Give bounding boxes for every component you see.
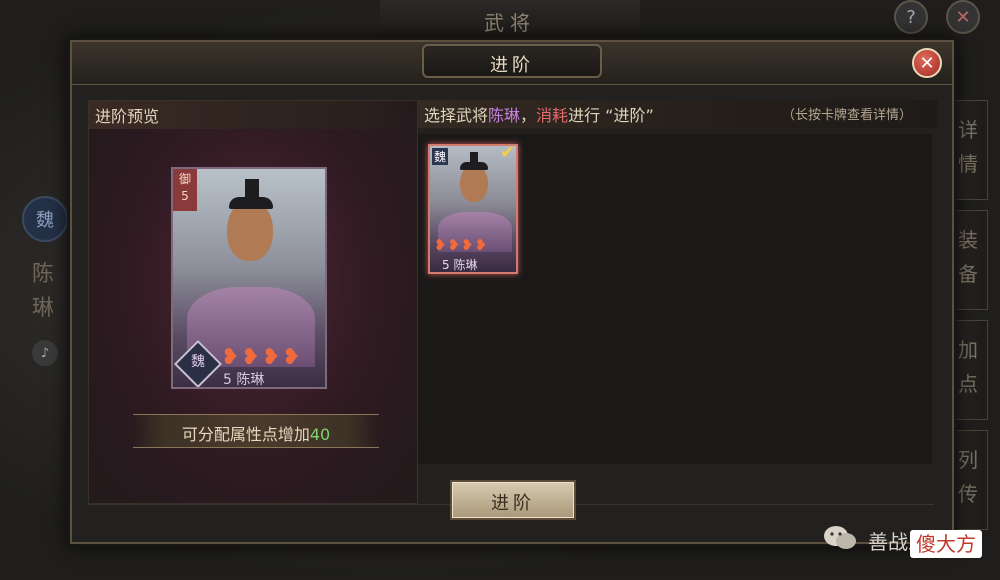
general-name-vertical: 陈琳	[32, 262, 55, 321]
small-card-name: 5 陈琳	[442, 258, 478, 272]
help-button[interactable]: ?	[894, 0, 928, 34]
card-badge-level: 5	[181, 189, 189, 203]
instr-consume: 消耗	[536, 106, 569, 125]
advance-button[interactable]: 进阶	[450, 480, 576, 520]
selection-hint: （长按卡牌查看详情）	[782, 108, 913, 123]
card-faction-label: 魏	[191, 354, 205, 370]
advance-button-label: 进阶	[491, 493, 535, 514]
dialog-header: 进阶 ✕	[72, 42, 952, 85]
instr-prefix: 选择武将	[424, 106, 489, 125]
instr-general-name: 陈琳	[488, 106, 521, 125]
watermark: 善战三国 傻大方	[822, 520, 992, 560]
card-badge-type: 御	[178, 172, 191, 186]
preview-header: 进阶预览	[89, 101, 417, 129]
card-star-icons: ❥❥❥❥	[221, 345, 303, 370]
card-general-name: 5 陈琳	[223, 372, 265, 388]
tab-equipment[interactable]: 装备	[948, 210, 988, 310]
dialog-title-plate: 进阶	[422, 44, 602, 78]
bonus-label: 可分配属性点增加	[181, 425, 310, 444]
preview-general-card[interactable]: 御 5 魏 ❥❥❥❥ 5 陈琳	[171, 167, 327, 389]
faction-badge: 魏	[22, 196, 68, 242]
card-rank-badge: 御 5	[173, 169, 197, 211]
tab-details[interactable]: 详情	[948, 100, 988, 200]
card-hair	[229, 197, 273, 209]
instr-separator: ，	[520, 106, 537, 125]
attribute-bonus-text: 可分配属性点增加40	[133, 421, 379, 445]
bonus-value: 40	[309, 425, 331, 444]
background-general-sidebar: 魏 陈琳 ♪	[18, 190, 72, 430]
selectable-general-card[interactable]: 魏 ✔ ❥❥❥❥ 5 陈琳	[428, 144, 518, 274]
selected-check-icon: ✔	[500, 144, 516, 163]
tab-add-points[interactable]: 加点	[948, 320, 988, 420]
watermark-tag: 傻大方	[910, 530, 982, 558]
small-card-hair	[460, 162, 488, 170]
advance-dialog: 进阶 ✕ 进阶预览 御 5 魏 ❥❥❥❥ 5 陈琳 可分配属性点增加40 选择武…	[70, 40, 954, 544]
attribute-bonus-plate: 可分配属性点增加40	[133, 414, 379, 448]
sound-icon[interactable]: ♪	[32, 340, 58, 366]
selection-instruction: 选择武将陈琳，消耗进行 “进阶”	[424, 102, 654, 126]
small-card-star-icons: ❥❥❥❥	[434, 236, 489, 254]
background-close-button[interactable]: ✕	[946, 0, 980, 34]
wechat-icon	[824, 526, 856, 549]
advance-preview-panel: 进阶预览 御 5 魏 ❥❥❥❥ 5 陈琳 可分配属性点增加40	[88, 100, 418, 504]
general-selection-grid: 魏 ✔ ❥❥❥❥ 5 陈琳	[418, 134, 932, 464]
selection-header: 选择武将陈琳，消耗进行 “进阶” （长按卡牌查看详情）	[418, 100, 938, 128]
dialog-title: 进阶	[490, 55, 534, 76]
background-title-bar: 武将	[380, 0, 640, 41]
dialog-close-button[interactable]: ✕	[912, 48, 942, 78]
preview-title: 进阶预览	[95, 107, 160, 126]
background-title: 武将	[484, 11, 536, 35]
tab-biography[interactable]: 列传	[948, 430, 988, 530]
instr-suffix: 进行 “进阶”	[568, 106, 654, 125]
small-card-faction: 魏	[432, 148, 449, 165]
